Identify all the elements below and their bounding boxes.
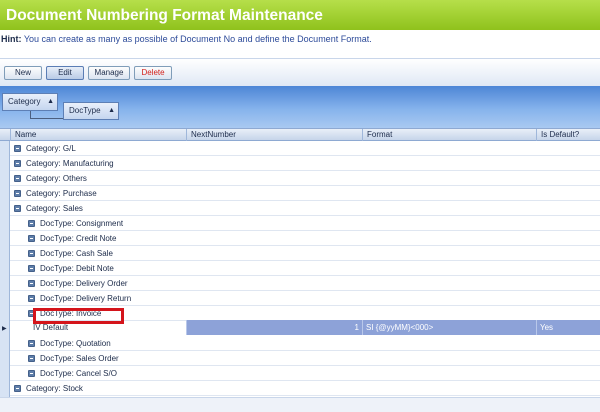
expand-icon[interactable]	[14, 160, 21, 167]
group-row-label: Category: Stock	[26, 384, 83, 393]
toolbar: New Edit Manage Delete	[0, 58, 600, 86]
expand-icon[interactable]	[28, 340, 35, 347]
highlight-annotation	[33, 308, 124, 324]
hint-label: Hint:	[1, 34, 22, 44]
delete-button[interactable]: Delete	[134, 66, 172, 80]
group-row-label: DocType: Delivery Order	[40, 279, 128, 288]
column-header-name[interactable]: Name	[10, 129, 186, 141]
group-chip-doctype-label: DocType	[69, 106, 101, 115]
expand-icon[interactable]	[28, 250, 35, 257]
group-row-category[interactable]: Category: Manufacturing	[10, 156, 600, 171]
group-row-category[interactable]: Category: G/L	[10, 141, 600, 156]
group-row-doctype[interactable]: DocType: Credit Note	[10, 231, 600, 246]
window-title: Document Numbering Format Maintenance	[0, 0, 600, 30]
group-row-label: Category: G/L	[26, 144, 76, 153]
group-chip-category-label: Category	[8, 97, 41, 106]
group-row-label: Category: Sales	[26, 204, 83, 213]
cell-next-number[interactable]: 1	[186, 320, 362, 335]
expand-icon[interactable]	[28, 295, 35, 302]
group-row-label: DocType: Consignment	[40, 219, 124, 228]
group-row-doctype[interactable]: DocType: Quotation	[10, 336, 600, 351]
expand-icon[interactable]	[14, 175, 21, 182]
cell-is-default[interactable]: Yes	[536, 320, 600, 335]
group-row-category[interactable]: Category: Stock	[10, 381, 600, 396]
hint-text: You can create as many as possible of Do…	[23, 34, 372, 44]
group-chip-doctype[interactable]: DocType ▲	[63, 102, 119, 120]
group-row-doctype[interactable]: DocType: Consignment	[10, 216, 600, 231]
expand-icon[interactable]	[28, 265, 35, 272]
group-row-label: DocType: Cash Sale	[40, 249, 113, 258]
sort-asc-icon: ▲	[47, 98, 54, 105]
group-row-doctype[interactable]: DocType: Sales Order	[10, 351, 600, 366]
edit-button[interactable]: Edit	[46, 66, 84, 80]
group-row-category[interactable]: Category: Sales	[10, 201, 600, 216]
group-row-label: DocType: Debit Note	[40, 264, 114, 273]
collapse-icon[interactable]	[14, 205, 21, 212]
expand-icon[interactable]	[14, 190, 21, 197]
sort-asc-icon: ▲	[108, 107, 115, 114]
expand-icon[interactable]	[14, 385, 21, 392]
group-row-label: Category: Others	[26, 174, 87, 183]
column-header-format[interactable]: Format	[362, 129, 536, 141]
expand-icon[interactable]	[28, 220, 35, 227]
group-row-category[interactable]: Category: Others	[10, 171, 600, 186]
group-row-label: DocType: Cancel S/O	[40, 369, 117, 378]
expand-icon[interactable]	[28, 235, 35, 242]
group-row-doctype[interactable]: DocType: Cash Sale	[10, 246, 600, 261]
column-header-nextnumber[interactable]: NextNumber	[186, 129, 362, 141]
group-row-label: DocType: Delivery Return	[40, 294, 132, 303]
group-row-label: DocType: Sales Order	[40, 354, 119, 363]
group-row-doctype[interactable]: DocType: Delivery Return	[10, 291, 600, 306]
expand-icon[interactable]	[28, 355, 35, 362]
cell-format[interactable]: SI {@yyMM}<000>	[362, 320, 536, 335]
group-connector	[30, 111, 64, 119]
expand-icon[interactable]	[14, 145, 21, 152]
row-indicator-column	[0, 141, 10, 397]
group-row-label: DocType: Quotation	[40, 339, 111, 348]
footer-bar	[0, 397, 600, 412]
group-by-panel: Category ▲ DocType ▲	[0, 86, 600, 128]
current-row-arrow-icon: ▶	[2, 326, 7, 332]
group-row-doctype[interactable]: DocType: Debit Note	[10, 261, 600, 276]
grid-header: Name NextNumber Format Is Default?	[0, 128, 600, 141]
group-row-label: DocType: Credit Note	[40, 234, 117, 243]
hint-bar: Hint: You can create as many as possible…	[0, 30, 600, 58]
manage-button[interactable]: Manage	[88, 66, 130, 80]
group-row-label: Category: Purchase	[26, 189, 97, 198]
new-button[interactable]: New	[4, 66, 42, 80]
expand-icon[interactable]	[28, 370, 35, 377]
column-header-isdefault[interactable]: Is Default?	[536, 129, 600, 141]
group-row-doctype[interactable]: DocType: Cancel S/O	[10, 366, 600, 381]
expand-icon[interactable]	[28, 280, 35, 287]
group-row-label: Category: Manufacturing	[26, 159, 114, 168]
group-chip-category[interactable]: Category ▲	[2, 93, 58, 111]
group-row-doctype[interactable]: DocType: Delivery Order	[10, 276, 600, 291]
group-row-category[interactable]: Category: Purchase	[10, 186, 600, 201]
